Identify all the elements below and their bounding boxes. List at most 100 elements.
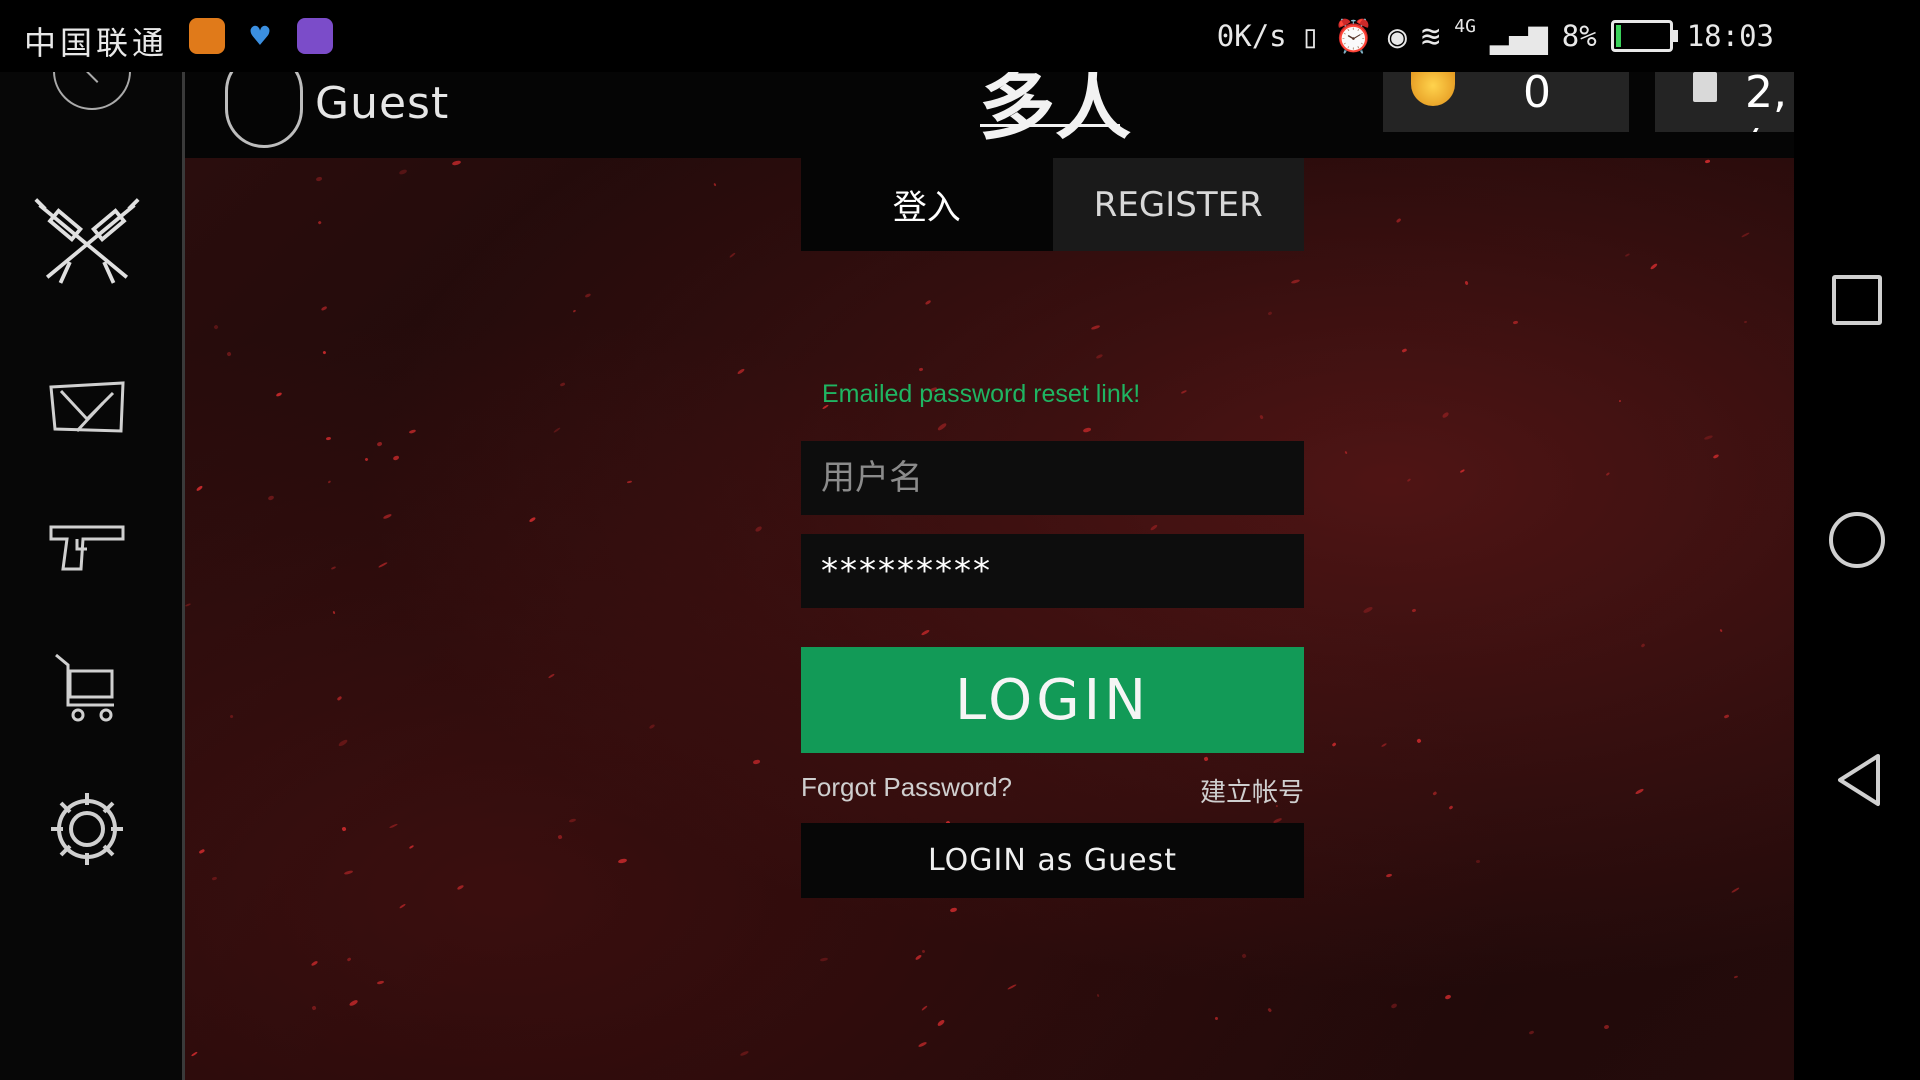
tab-register[interactable]: REGISTER	[1052, 158, 1304, 251]
back-triangle-button[interactable]	[1834, 752, 1884, 808]
battery-icon	[1610, 20, 1678, 52]
ember-spark	[1464, 280, 1469, 285]
map-icon	[49, 381, 125, 433]
ember-spark	[1401, 348, 1407, 354]
system-nav-bar	[1794, 72, 1920, 1080]
home-button[interactable]	[1829, 512, 1885, 568]
coins-value: 0	[1523, 72, 1551, 118]
ember-spark	[1267, 1007, 1273, 1013]
username-input[interactable]	[801, 441, 1304, 515]
recent-apps-button[interactable]	[1832, 275, 1882, 325]
battery-percent: 8%	[1561, 19, 1597, 53]
ember-spark	[553, 426, 562, 434]
sidebar-item-multiplayer[interactable]	[32, 198, 142, 290]
screen: 中国联通 ♥ 0K/s ▯ ⏰ ◉ ≋ 4G ▂▄▆ 8% 18:03 Gues…	[0, 0, 1920, 1080]
ember-spark	[196, 485, 204, 492]
login-button[interactable]: LOGIN	[801, 647, 1304, 753]
ember-spark	[317, 219, 322, 224]
ember-spark	[648, 723, 656, 730]
auth-tabs: 登入 REGISTER	[801, 158, 1304, 251]
ember-spark	[920, 628, 931, 637]
ember-spark	[921, 949, 926, 954]
sidebar-item-store[interactable]	[32, 642, 142, 732]
ember-spark	[456, 884, 464, 891]
ember-spark	[568, 818, 577, 823]
status-message: Emailed password reset link!	[822, 380, 1141, 408]
ember-spark	[376, 441, 383, 447]
ember-spark	[1703, 434, 1714, 441]
ember-spark	[1203, 756, 1209, 762]
ember-spark	[1448, 804, 1455, 810]
ember-spark	[1625, 252, 1631, 258]
eye-icon: ◉	[1387, 17, 1408, 55]
signal-icon: ▂▄▆	[1489, 17, 1548, 55]
ember-spark	[338, 738, 349, 748]
ember-spark	[211, 876, 218, 882]
status-bar: 中国联通 ♥ 0K/s ▯ ⏰ ◉ ≋ 4G ▂▄▆ 8% 18:03	[0, 0, 1920, 72]
network-type: 4G	[1454, 16, 1476, 37]
player-name: Guest	[315, 78, 450, 129]
sidebar-item-map[interactable]	[32, 362, 142, 452]
cards-display[interactable]: 2,(	[1655, 72, 1794, 132]
ember-spark	[1529, 1029, 1536, 1035]
ember-spark	[1006, 983, 1017, 991]
ember-spark	[752, 759, 760, 765]
ember-spark	[713, 182, 718, 187]
avatar-icon[interactable]	[225, 72, 303, 148]
ember-spark	[1605, 472, 1611, 477]
ember-spark	[341, 826, 347, 832]
ember-spark	[322, 350, 327, 355]
alarm-icon: ⏰	[1333, 17, 1374, 55]
ember-spark	[388, 822, 398, 829]
ember-spark	[1723, 714, 1729, 719]
ember-spark	[382, 513, 393, 521]
ember-spark	[1390, 1002, 1398, 1009]
ember-spark	[1640, 643, 1646, 648]
coins-display[interactable]: 0	[1383, 72, 1629, 132]
ember-spark	[315, 176, 323, 182]
ember-spark	[325, 436, 332, 442]
ember-spark	[736, 368, 746, 375]
gallery-icon	[297, 18, 333, 54]
back-button[interactable]	[53, 72, 131, 110]
ember-spark	[408, 844, 414, 850]
ember-spark	[1331, 741, 1337, 747]
ember-spark	[229, 714, 234, 719]
ember-spark	[452, 159, 462, 166]
ember-spark	[1259, 414, 1265, 420]
ember-spark	[1180, 389, 1187, 395]
shopping-cart-icon	[55, 653, 114, 722]
ember-spark	[398, 903, 407, 910]
clock: 18:03	[1686, 19, 1774, 53]
ember-spark	[1416, 738, 1422, 744]
sidebar-item-weapons[interactable]	[32, 502, 142, 592]
ember-spark	[198, 848, 205, 855]
cards-value: 2,(	[1745, 72, 1787, 132]
ember-spark	[1513, 320, 1519, 325]
ember-spark	[1344, 450, 1348, 455]
ember-spark	[1441, 411, 1451, 419]
ember-spark	[918, 1041, 928, 1048]
ember-spark	[1712, 454, 1720, 460]
ember-spark	[1649, 263, 1658, 271]
ember-spark	[343, 869, 354, 875]
ember-spark	[1290, 279, 1301, 285]
password-input[interactable]	[801, 534, 1304, 608]
create-account-link[interactable]: 建立帐号	[1200, 772, 1304, 809]
ember-spark	[364, 457, 369, 462]
ember-spark	[378, 562, 388, 569]
sidebar-item-settings[interactable]	[32, 784, 142, 874]
health-icon: ♥	[250, 17, 270, 55]
ember-spark	[1634, 788, 1644, 795]
carrier-label: 中国联通	[24, 24, 169, 62]
ember-spark	[728, 251, 737, 259]
ember-spark	[1091, 324, 1101, 330]
ember-spark	[560, 382, 566, 387]
guest-login-button[interactable]: LOGIN as Guest	[801, 823, 1304, 898]
tab-login[interactable]: 登入	[801, 158, 1053, 251]
crossed-guns-icon	[34, 198, 140, 284]
ember-spark	[1214, 1017, 1218, 1021]
forgot-password-link[interactable]: Forgot Password?	[801, 772, 1012, 803]
ember-spark	[310, 960, 318, 967]
ember-spark	[914, 954, 922, 961]
